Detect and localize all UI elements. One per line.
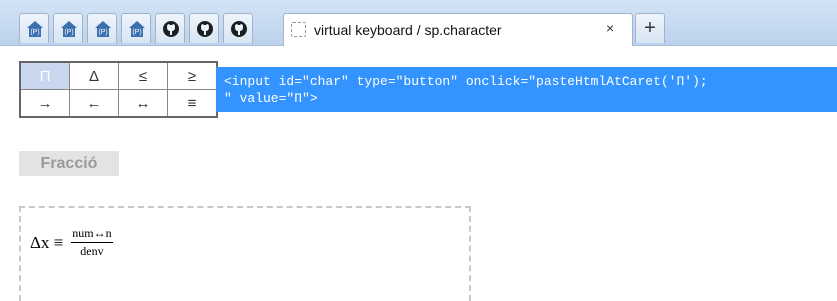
key-delta[interactable]: Δ (69, 61, 119, 90)
virtual-keyboard: Π Δ ≤ ≥ → ← ↔ ≡ (19, 61, 218, 118)
key-left-right-arrow[interactable]: ↔ (118, 89, 168, 118)
tab-title: virtual keyboard / sp.character (314, 22, 502, 38)
selected-code-snippet[interactable]: <input id="char" type="button" onclick="… (216, 67, 837, 112)
active-tab[interactable]: virtual keyboard / sp.character × (283, 13, 633, 46)
new-tab-button[interactable]: + (635, 13, 665, 43)
formula-editor[interactable]: Δx ≡ num↔n denv (19, 206, 471, 301)
key-less-equal[interactable]: ≤ (118, 61, 168, 90)
key-right-arrow[interactable]: → (19, 89, 70, 118)
p-house-icon: (P) (27, 21, 43, 37)
pinned-tab[interactable]: (P) (19, 13, 49, 43)
pinned-tab[interactable] (223, 13, 253, 43)
keyboard-row: Π Δ ≤ ≥ (19, 61, 218, 90)
formula: Δx ≡ num↔n denv (30, 226, 113, 259)
github-icon (197, 21, 213, 37)
key-equivalent[interactable]: ≡ (167, 89, 218, 118)
code-line-1: <input id="char" type="button" onclick="… (224, 74, 708, 89)
svg-text:(P): (P) (30, 29, 39, 36)
keyboard-row: → ← ↔ ≡ (19, 89, 218, 118)
fraction-numerator: num↔n (71, 226, 113, 243)
pinned-tab[interactable] (189, 13, 219, 43)
close-tab-button[interactable]: × (606, 20, 614, 36)
key-pi[interactable]: Π (19, 61, 70, 90)
pinned-tab[interactable]: (P) (53, 13, 83, 43)
github-icon (231, 21, 247, 37)
svg-text:(P): (P) (64, 29, 73, 36)
pinned-tab[interactable] (155, 13, 185, 43)
key-greater-equal[interactable]: ≥ (167, 61, 218, 90)
fraction: num↔n denv (71, 226, 113, 259)
blank-page-icon (291, 22, 306, 37)
fraction-button[interactable]: Fracció (19, 151, 119, 176)
browser-tab-bar: (P) (P) (P) (P) virtual keyboard / sp.ch… (0, 0, 837, 46)
pinned-tab[interactable]: (P) (121, 13, 151, 43)
svg-text:(P): (P) (132, 29, 141, 36)
p-house-icon: (P) (95, 21, 111, 37)
formula-lhs: Δx ≡ (30, 232, 64, 252)
fraction-denominator: denv (80, 244, 104, 258)
code-line-2: " value="Π"> (224, 91, 318, 106)
key-left-arrow[interactable]: ← (69, 89, 119, 118)
p-house-icon: (P) (61, 21, 77, 37)
pinned-tab[interactable]: (P) (87, 13, 117, 43)
svg-text:(P): (P) (98, 29, 107, 36)
p-house-icon: (P) (129, 21, 145, 37)
github-icon (163, 21, 179, 37)
